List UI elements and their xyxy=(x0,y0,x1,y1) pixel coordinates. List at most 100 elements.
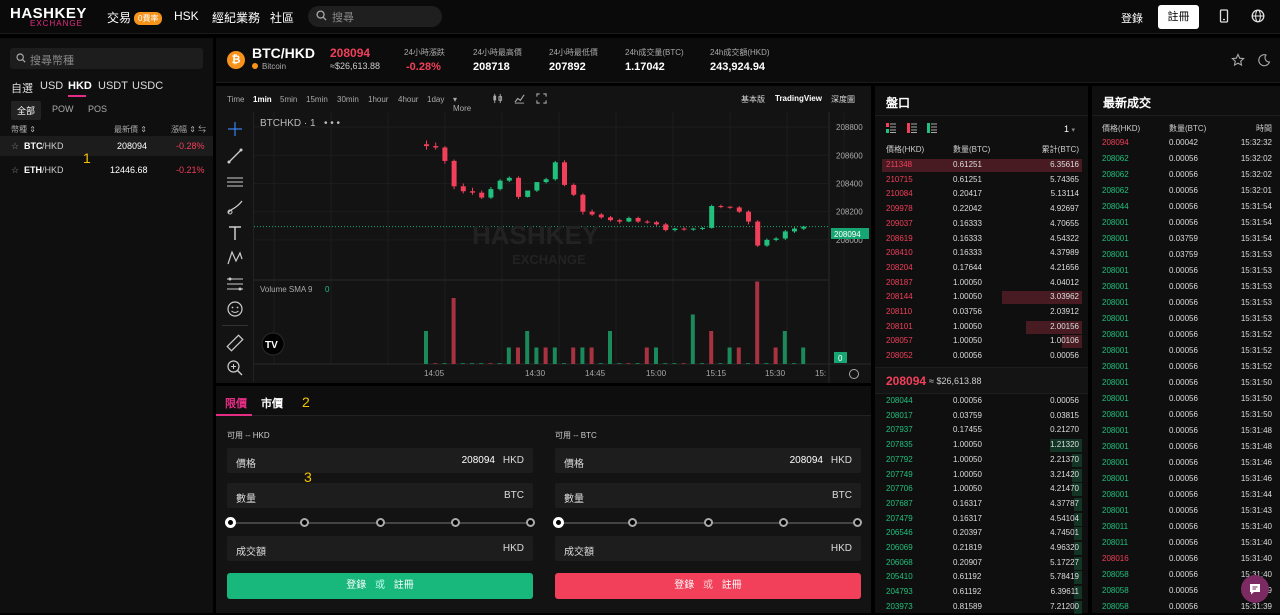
bid-row[interactable]: 207687 0.16317 4.37787 xyxy=(875,497,1088,512)
price-chart[interactable]: HASHKEY EXCHANGE 208800 208600 208400 20820… xyxy=(254,112,871,383)
buy-login-register-button[interactable]: 登錄 或 註冊 xyxy=(227,573,533,599)
buy-quantity-input[interactable]: 數量 BTC xyxy=(227,483,533,508)
trend-line-icon[interactable] xyxy=(226,147,244,165)
slider-50-dot[interactable] xyxy=(376,518,385,527)
slider-75-dot[interactable] xyxy=(451,518,460,527)
ask-row[interactable]: 208187 1.00050 4.04012 xyxy=(875,276,1088,291)
sell-login-register-button[interactable]: 登錄 或 註冊 xyxy=(555,573,861,599)
star-icon[interactable]: ☆ xyxy=(11,165,19,176)
col-change-header[interactable]: 漲幅 ⇕ ⇆ xyxy=(171,124,206,135)
slider-75-dot[interactable] xyxy=(779,518,788,527)
bid-row[interactable]: 208017 0.03759 0.03815 xyxy=(875,409,1088,424)
col-price-header[interactable]: 最新價 ⇕ xyxy=(114,124,147,135)
interval-1hour[interactable]: 1hour xyxy=(368,95,388,104)
market-row-btc[interactable]: ☆ BTC /HKD 208094 -0.28% xyxy=(0,136,213,156)
sell-quantity-input[interactable]: 數量 BTC xyxy=(555,483,861,508)
col-coin-header[interactable]: 幣種 ⇕ xyxy=(11,124,36,135)
hashkey-logo[interactable]: HASHKEY EXCHANGE xyxy=(10,5,87,28)
slider-50-dot[interactable] xyxy=(704,518,713,527)
interval-15min[interactable]: 15min xyxy=(306,95,328,104)
tab-usdt[interactable]: USDT xyxy=(98,80,128,92)
candle-type-icon[interactable] xyxy=(492,93,503,104)
ask-row[interactable]: 209037 0.16333 4.70655 xyxy=(875,217,1088,232)
bid-row[interactable]: 207792 1.00050 2.21370 xyxy=(875,453,1088,468)
subtab-pos[interactable]: POS xyxy=(88,104,107,114)
zoom-in-icon[interactable] xyxy=(226,359,244,377)
ask-row[interactable]: 211348 0.61251 6.35616 xyxy=(875,158,1088,173)
precision-select[interactable]: 1 ▾ xyxy=(1064,124,1075,134)
interval-4hour[interactable]: 4hour xyxy=(398,95,418,104)
bid-row[interactable]: 206069 0.21819 4.96320 xyxy=(875,541,1088,556)
ask-row[interactable]: 208410 0.16333 4.37989 xyxy=(875,246,1088,261)
emoji-icon[interactable] xyxy=(226,300,244,318)
mobile-phone-icon[interactable] xyxy=(1217,9,1231,23)
ask-row[interactable]: 208101 1.00050 2.00156 xyxy=(875,320,1088,335)
subtab-pow[interactable]: POW xyxy=(52,104,74,114)
tab-favorites[interactable]: 自選 xyxy=(11,80,33,96)
buy-percentage-slider[interactable] xyxy=(225,517,535,529)
bid-row[interactable]: 206546 0.20397 4.74501 xyxy=(875,526,1088,541)
nav-community[interactable]: 社區 xyxy=(270,9,294,26)
ask-row[interactable]: 208057 1.00050 1.00106 xyxy=(875,334,1088,349)
tab-market[interactable]: 市價 xyxy=(261,395,283,411)
nav-trade[interactable]: 交易 0費率 xyxy=(107,9,163,26)
ask-row[interactable]: 210715 0.61251 5.74365 xyxy=(875,173,1088,188)
indicators-icon[interactable] xyxy=(514,93,525,104)
pair-title[interactable]: BTC/HKD xyxy=(252,45,315,61)
bid-row[interactable]: 207479 0.16317 4.54104 xyxy=(875,512,1088,527)
ruler-icon[interactable] xyxy=(226,334,244,352)
nav-hsk[interactable]: HSK xyxy=(174,9,199,23)
slider-0-dot[interactable] xyxy=(553,517,564,528)
orderbook-asks-view-icon[interactable] xyxy=(907,123,917,133)
ask-row[interactable]: 208204 0.17644 4.21656 xyxy=(875,261,1088,276)
brush-icon[interactable] xyxy=(226,198,244,216)
nav-broker[interactable]: 經紀業務 xyxy=(212,9,260,26)
ask-row[interactable]: 208144 1.00050 3.03962 xyxy=(875,290,1088,305)
star-icon[interactable]: ☆ xyxy=(11,141,19,152)
chart-more-dots[interactable]: • • • xyxy=(324,118,341,129)
tab-usdc[interactable]: USDC xyxy=(132,80,163,92)
bid-row[interactable]: 207749 1.00050 3.21420 xyxy=(875,468,1088,483)
interval-5min[interactable]: 5min xyxy=(280,95,297,104)
tab-usd[interactable]: USD xyxy=(40,80,63,92)
subtab-all[interactable]: 全部 xyxy=(11,101,42,120)
market-row-eth[interactable]: ☆ ETH /HKD 12446.68 -0.21% xyxy=(0,160,213,180)
slider-100-dot[interactable] xyxy=(853,518,862,527)
crosshair-icon[interactable] xyxy=(226,120,244,138)
buy-total-input[interactable]: 成交額 HKD xyxy=(227,536,533,561)
login-link[interactable]: 登錄 xyxy=(1121,10,1143,26)
bid-row[interactable]: 208044 0.00056 0.00056 xyxy=(875,394,1088,409)
view-basic[interactable]: 基本版 xyxy=(741,94,765,105)
ask-row[interactable]: 208619 0.16333 4.54322 xyxy=(875,232,1088,247)
interval-time[interactable]: Time xyxy=(227,95,244,104)
sell-total-input[interactable]: 成交額 HKD xyxy=(555,536,861,561)
globe-icon[interactable] xyxy=(1251,9,1265,23)
text-tool-icon[interactable] xyxy=(226,224,244,242)
bid-row[interactable]: 207835 1.00050 1.21320 xyxy=(875,438,1088,453)
interval-1min[interactable]: 1min xyxy=(253,95,272,104)
chart-settings-icon[interactable] xyxy=(849,369,859,379)
ask-row[interactable]: 208110 0.03756 2.03912 xyxy=(875,305,1088,320)
sell-price-input[interactable]: 價格 208094 HKD xyxy=(555,448,861,473)
global-search-input[interactable]: 搜尋 xyxy=(308,6,442,27)
slider-100-dot[interactable] xyxy=(526,518,535,527)
interval-more[interactable]: More ▾ xyxy=(453,95,471,113)
ask-row[interactable]: 208052 0.00056 0.00056 xyxy=(875,349,1088,364)
bid-row[interactable]: 207706 1.00050 4.21470 xyxy=(875,482,1088,497)
bid-row[interactable]: 205410 0.61192 5.78419 xyxy=(875,570,1088,585)
dark-mode-moon-icon[interactable] xyxy=(1257,53,1271,67)
slider-0-dot[interactable] xyxy=(225,517,236,528)
fullscreen-icon[interactable] xyxy=(536,93,547,104)
orderbook-both-view-icon[interactable] xyxy=(886,123,896,133)
view-tradingview[interactable]: TradingView xyxy=(775,94,822,103)
bid-row[interactable]: 203973 0.81589 7.21200 xyxy=(875,600,1088,615)
candlestick-chart-svg[interactable]: HASHKEY EXCHANGE 208800 208600 208400 20820… xyxy=(254,112,871,383)
interval-30min[interactable]: 30min xyxy=(337,95,359,104)
bid-row[interactable]: 206068 0.20907 5.17227 xyxy=(875,556,1088,571)
slider-25-dot[interactable] xyxy=(300,518,309,527)
bid-row[interactable]: 204793 0.61192 6.39611 xyxy=(875,585,1088,600)
bid-row[interactable]: 207937 0.17455 0.21270 xyxy=(875,423,1088,438)
horizontal-lines-icon[interactable] xyxy=(226,173,244,191)
slider-25-dot[interactable] xyxy=(628,518,637,527)
register-button[interactable]: 註冊 xyxy=(1158,5,1199,29)
